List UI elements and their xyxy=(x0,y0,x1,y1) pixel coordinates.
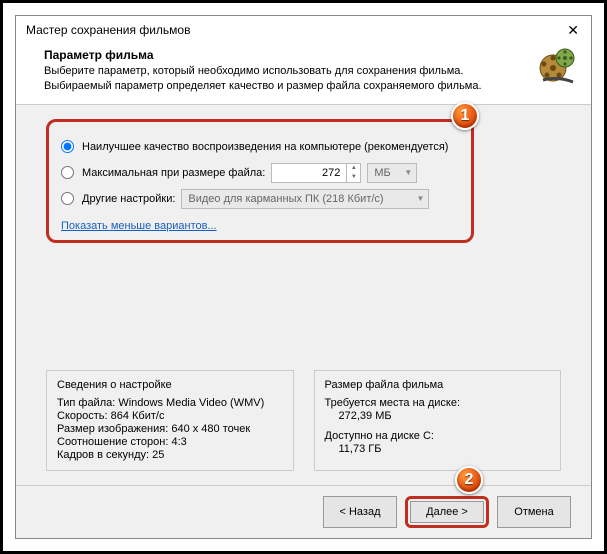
radio-max-size[interactable] xyxy=(61,166,74,179)
body: Наилучшее качество воспроизведения на ко… xyxy=(16,104,591,485)
radio-other[interactable] xyxy=(61,192,74,205)
next-highlight: Далее > xyxy=(405,496,489,528)
size-input[interactable]: 272 ▲▼ xyxy=(271,163,361,183)
window-title: Мастер сохранения фильмов xyxy=(26,23,561,37)
back-button[interactable]: < Назад xyxy=(323,496,397,528)
film-reel-icon xyxy=(537,46,577,86)
spinner-icon[interactable]: ▲▼ xyxy=(346,164,360,182)
header-text: Выберите параметр, который необходимо ис… xyxy=(44,64,577,94)
radio-best-quality[interactable] xyxy=(61,140,74,153)
titlebar: Мастер сохранения фильмов ✕ xyxy=(16,16,591,44)
settings-info-panel: Сведения о настройке Тип файла: Windows … xyxy=(46,370,294,471)
option-best-quality[interactable]: Наилучшее качество воспроизведения на ко… xyxy=(61,136,459,158)
chevron-down-icon: ▼ xyxy=(404,168,412,177)
panel-title: Сведения о настройке xyxy=(57,379,283,391)
close-icon[interactable]: ✕ xyxy=(561,22,585,39)
next-button[interactable]: Далее > xyxy=(410,501,484,523)
footer: < Назад Далее > Отмена xyxy=(16,485,591,538)
option-other[interactable]: Другие настройки: Видео для карманных ПК… xyxy=(61,188,459,210)
chevron-down-icon: ▼ xyxy=(416,194,424,203)
cancel-button[interactable]: Отмена xyxy=(497,496,571,528)
callout-1: 1 xyxy=(451,102,479,130)
profile-select[interactable]: Видео для карманных ПК (218 Кбит/с) ▼ xyxy=(181,189,429,209)
wizard-dialog: Мастер сохранения фильмов ✕ Параметр фил… xyxy=(15,15,592,539)
header: Параметр фильма Выберите параметр, котор… xyxy=(16,44,591,104)
callout-2: 2 xyxy=(455,466,483,494)
options-group: Наилучшее качество воспроизведения на ко… xyxy=(46,119,474,243)
panel-title: Размер файла фильма xyxy=(325,379,551,391)
option-max-size[interactable]: Максимальная при размере файла: 272 ▲▼ М… xyxy=(61,162,459,184)
show-fewer-link[interactable]: Показать меньше вариантов... xyxy=(61,220,217,232)
unit-select[interactable]: МБ ▼ xyxy=(367,163,417,183)
header-title: Параметр фильма xyxy=(44,48,577,62)
file-size-panel: Размер файла фильма Требуется места на д… xyxy=(314,370,562,471)
